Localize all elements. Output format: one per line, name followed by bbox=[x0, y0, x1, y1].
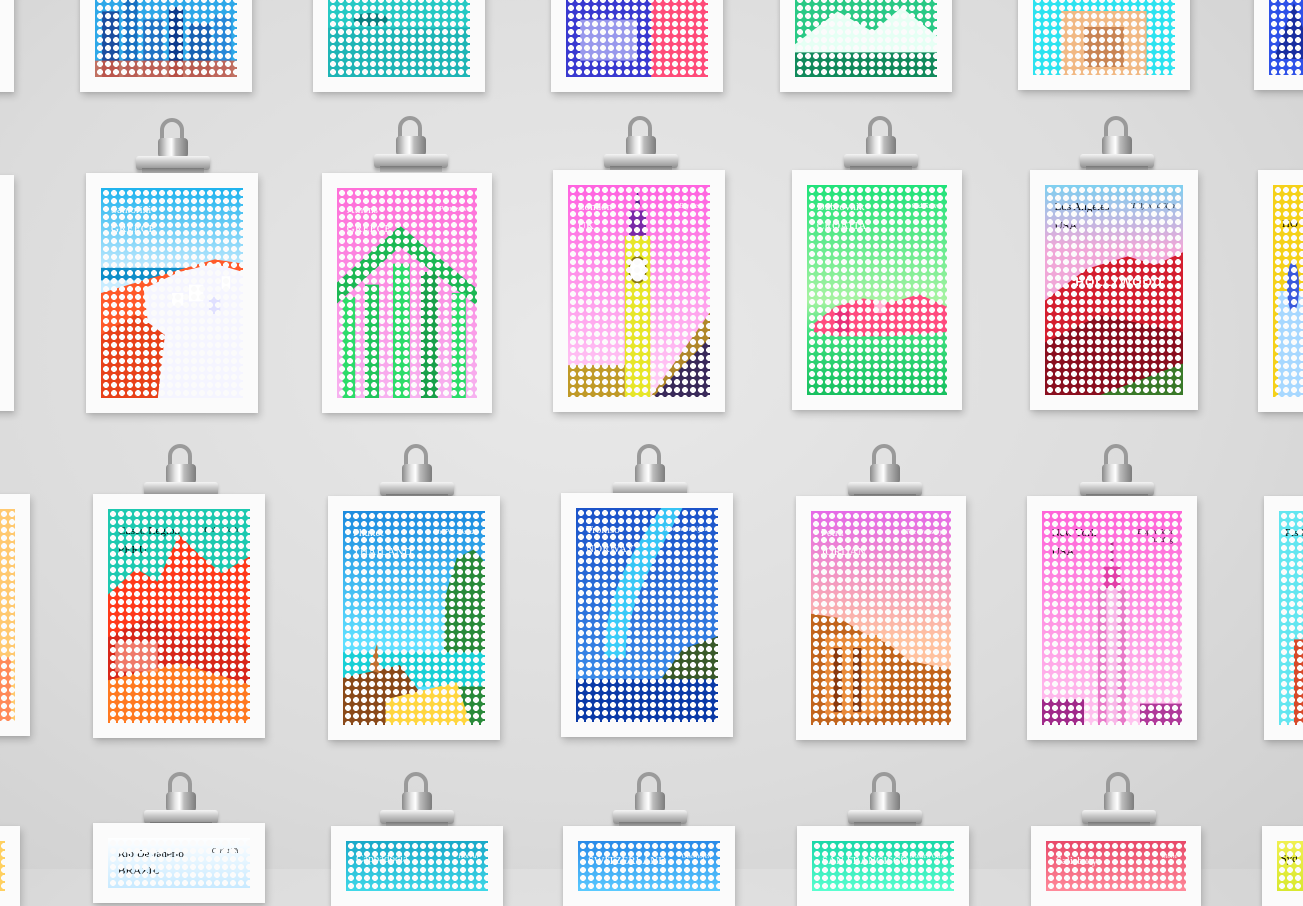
postcard-tromso: Tromso NORWAY Northern Lights bbox=[561, 493, 733, 737]
postcard-subtitle: Big Ben bbox=[679, 201, 702, 210]
postcard-city: HO bbox=[1282, 217, 1298, 230]
postcard-subtitle: The Treasury bbox=[905, 528, 943, 537]
postcard-country: BRAZIL bbox=[117, 864, 160, 877]
card-top-3 bbox=[551, 0, 723, 92]
postcard-city: Syd bbox=[1280, 852, 1298, 865]
postcard-city: Los Angeles bbox=[1054, 200, 1110, 213]
postcard-city: New York bbox=[1051, 527, 1097, 540]
card-row2-right-partial: Pis IT bbox=[1264, 496, 1303, 740]
postcard-salisbury: Salisbury Stone bbox=[1031, 826, 1201, 906]
postcard-subtitle: Stone bbox=[1162, 852, 1178, 860]
postcard-subtitle: Empire State Building bbox=[1137, 528, 1174, 545]
postcard-new-york: New York USA Empire State Building bbox=[1027, 496, 1197, 740]
postcard-country: PERU bbox=[117, 544, 148, 557]
postcard-city: Santorini bbox=[110, 203, 152, 216]
postcard-switzerland: SWITZERLAND Oberhofen bbox=[563, 826, 735, 906]
postcard-subtitle: Northern Lights bbox=[664, 525, 710, 534]
postcard-city: SWITZERLAND bbox=[587, 855, 667, 867]
postcard-country: THAILAND bbox=[352, 546, 413, 559]
postcard-country: GREECE bbox=[110, 222, 156, 235]
postcard-san-francisco: SAN FRANCISCO The Golden Gate bbox=[797, 826, 969, 906]
postcard-subtitle: Old Town bbox=[911, 201, 939, 210]
postcard-subtitle: Christ The bbox=[211, 847, 242, 855]
card-top-2 bbox=[313, 0, 485, 92]
card-top-4 bbox=[780, 0, 952, 92]
postcard-city: Cappadocia bbox=[355, 852, 408, 865]
postcard-cusco: Cusco Region PERU Machu Picchu bbox=[93, 494, 265, 738]
postcard-subtitle: Oberhofen bbox=[681, 852, 712, 860]
postcard-city: Cusco Region bbox=[117, 525, 180, 538]
postcard-city: London bbox=[577, 200, 613, 213]
postcard-country: CROATIA bbox=[816, 219, 867, 232]
postcard-subtitle: Hollywood Sign bbox=[1129, 201, 1175, 210]
hollywood-sign: HOLLYWOOD bbox=[1075, 275, 1163, 290]
postcard-phuket: Phuket THAILAND Phi Phi Islands bbox=[328, 496, 500, 740]
card-top-0 bbox=[0, 0, 14, 92]
postcard-rio: Rio De Janerio BRAZIL Christ The bbox=[93, 823, 265, 903]
postcard-country: USA bbox=[1051, 546, 1075, 559]
postcard-city: Salisbury bbox=[1055, 855, 1098, 867]
postcard-athens: Athens GREECE Parthenon bbox=[322, 173, 492, 413]
card-top-5 bbox=[1018, 0, 1190, 90]
card-row3-left-partial bbox=[0, 826, 20, 906]
postcard-dubrovnik: Dubrovnik CROATIA Old Town bbox=[792, 170, 962, 410]
postcard-country: GREECE bbox=[346, 222, 392, 235]
postcard-city: SAN FRANCISCO bbox=[821, 855, 909, 867]
postcard-city: Pis IT bbox=[1285, 527, 1303, 540]
card-row2-left-partial bbox=[0, 494, 30, 736]
postcard-subtitle: Hot Air bbox=[458, 852, 480, 860]
postcard-city: Athens bbox=[346, 203, 378, 216]
postcard-subtitle: The Golden Gate bbox=[897, 852, 946, 860]
postcard-subtitle: Machu Picchu bbox=[200, 526, 242, 535]
postcard-country: JORDAN bbox=[820, 546, 866, 559]
postcard-petra: Petra JORDAN The Treasury bbox=[796, 496, 966, 740]
postcard-city: Tromso bbox=[585, 524, 620, 537]
postcard-cappadocia: Cappadocia Hot Air bbox=[331, 826, 503, 906]
postcard-city: Phuket bbox=[352, 527, 384, 540]
postcard-city: Petra bbox=[820, 527, 844, 540]
postcard-country: NORWAY bbox=[585, 543, 635, 556]
postcard-city: Dubrovnik bbox=[816, 200, 865, 213]
card-row1-left-partial bbox=[0, 175, 14, 411]
postcard-santorini: Santorini GREECE Oia bbox=[86, 173, 258, 413]
postcard-subtitle: Phi Phi Islands bbox=[433, 528, 477, 537]
postcard-london: London UK Big Ben bbox=[553, 170, 725, 412]
postcard-country: USA bbox=[1054, 219, 1078, 232]
postcard-city: Rio De Janerio bbox=[117, 848, 184, 860]
postcard-country: UK bbox=[577, 220, 595, 233]
postcard-los-angeles: HOLLYWOOD Los Angeles USA Hollywood Sign bbox=[1030, 170, 1198, 410]
card-row1-right-partial: HO bbox=[1258, 170, 1303, 412]
card-top-1 bbox=[80, 0, 252, 92]
card-top-6 bbox=[1254, 0, 1303, 90]
postcard-subtitle: Oia bbox=[223, 204, 235, 213]
card-row3-right-partial: Syd bbox=[1262, 826, 1303, 906]
postcard-subtitle: Parthenon bbox=[439, 204, 469, 213]
